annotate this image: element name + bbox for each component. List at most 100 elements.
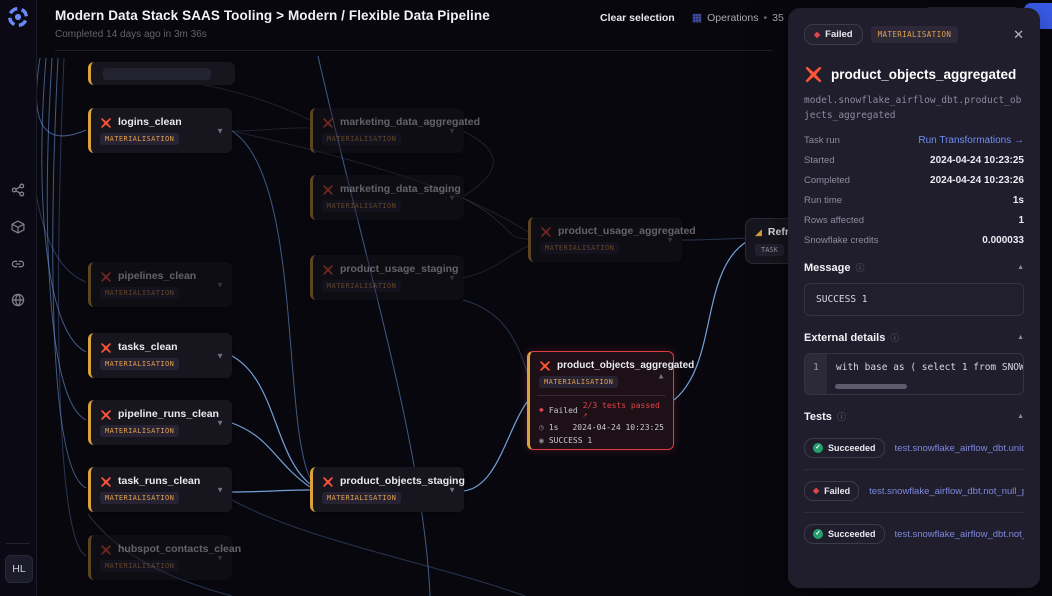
test-status-badge: ✓ Succeeded [804,438,885,458]
info-icon[interactable]: ⓘ [855,261,864,274]
globe-icon[interactable] [11,293,25,307]
chevron-down-icon[interactable]: ▼ [448,485,456,494]
materialisation-badge: MATERIALISATION [322,133,401,145]
chevron-down-icon[interactable]: ▼ [448,126,456,135]
dbt-icon [100,270,112,282]
sidebar-divider [6,543,30,544]
materialisation-badge: MATERIALISATION [322,280,401,292]
node-product-usage-aggregated[interactable]: product_usage_aggregated MATERIALISATION… [528,217,682,262]
node-timestamp: 2024-04-24 10:23:25 [572,423,664,432]
node-label: marketing_data_staging [340,183,461,195]
collapse-icon[interactable]: ▲ [1017,413,1024,420]
dbt-icon [100,543,112,555]
sidebar: HL [0,0,37,596]
horizontal-scrollbar[interactable] [835,384,907,389]
failed-diamond-icon: ◆ [539,406,544,414]
node-clipped-content [103,68,211,80]
failed-diamond-icon: ◆ [814,31,820,39]
materialisation-badge: MATERIALISATION [100,425,179,437]
app-window: HL Modern Data Stack SAAS Tooling > Mode… [0,0,1052,596]
detail-row: Task run Run Transformations → [804,135,1024,146]
node-marketing-data-staging[interactable]: marketing_data_staging MATERIALISATION ▼ [310,175,464,220]
close-icon[interactable]: ✕ [1013,27,1024,43]
node-pipelines-clean[interactable]: pipelines_clean MATERIALISATION ▼ [88,262,232,307]
panel-model-path: model.snowflake_airflow_dbt.product_obje… [804,93,1024,123]
dbt-icon [322,183,334,195]
info-icon[interactable]: ⓘ [890,331,899,344]
detail-row: Snowflake credits 0.000033 [804,235,1024,246]
panel-details: Task run Run Transformations → Started 2… [804,135,1024,246]
materialisation-badge: MATERIALISATION [322,200,401,212]
task-icon: ◢ [755,227,762,238]
node-marketing-data-aggregated[interactable]: marketing_data_aggregated MATERIALISATIO… [310,108,464,153]
test-status-badge: ◆ Failed [804,481,859,501]
materialisation-badge: MATERIALISATION [322,492,401,504]
line-number: 1 [805,354,827,394]
dbt-icon [322,263,334,275]
chevron-up-icon[interactable]: ▲ [657,372,665,381]
tests-summary-link[interactable]: 2/3 tests passed ↗ [583,401,664,419]
collapse-icon[interactable]: ▲ [1017,334,1024,341]
chevron-down-icon[interactable]: ▼ [216,418,224,427]
node-label: marketing_data_aggregated [340,116,480,128]
dbt-icon [540,225,552,237]
user-avatar[interactable]: HL [5,555,33,583]
collapse-icon[interactable]: ▲ [1017,264,1024,271]
chevron-down-icon[interactable]: ▼ [216,126,224,135]
chevron-down-icon[interactable]: ▼ [216,553,224,562]
node-hubspot-contacts-clean[interactable]: hubspot_contacts_clean MATERIALISATION ▼ [88,535,232,580]
dbt-icon [100,341,112,353]
external-details-section-header: External details ⓘ ▲ [804,331,1024,344]
detail-row: Run time 1s [804,195,1024,206]
status-badge: ◆ Failed [804,24,863,45]
materialisation-badge: MATERIALISATION [100,287,179,299]
chevron-down-icon[interactable]: ▼ [216,280,224,289]
panel-title: product_objects_aggregated [831,67,1016,82]
node-label: product_usage_aggregated [558,225,696,237]
node-tasks-clean[interactable]: tasks_clean MATERIALISATION ▼ [88,333,232,378]
sql-code-block: 1 with base as ( select 1 from SNOWFLAKE [804,353,1024,395]
materialisation-badge: MATERIALISATION [100,358,179,370]
node-status: Failed [549,406,578,415]
chevron-down-icon[interactable]: ▼ [448,193,456,202]
node-clipped-top[interactable] [88,62,235,85]
detail-panel: ◆ Failed MATERIALISATION ✕ product_objec… [788,8,1040,588]
materialisation-badge: MATERIALISATION [100,133,179,145]
test-row: ✓ Succeeded test.snowflake_airflow_dbt.u… [804,427,1024,470]
test-status-badge: ✓ Succeeded [804,524,885,544]
failed-diamond-icon: ◆ [813,487,819,495]
check-circle-icon: ✓ [813,529,823,539]
dbt-icon [100,475,112,487]
chevron-down-icon[interactable]: ▼ [666,235,674,244]
app-logo-icon[interactable] [7,6,29,28]
integrations-icon[interactable] [11,257,25,271]
dbt-icon [539,359,551,371]
materialisation-badge: MATERIALISATION [540,242,619,254]
node-label: product_usage_staging [340,263,458,275]
chevron-down-icon[interactable]: ▼ [448,273,456,282]
materialisation-badge: MATERIALISATION [100,492,179,504]
node-logins-clean[interactable]: logins_clean MATERIALISATION ▼ [88,108,232,153]
test-link[interactable]: test.snowflake_airflow_dbt.not_null_pr [895,529,1024,540]
detail-row: Started 2024-04-24 10:23:25 [804,155,1024,166]
dbt-icon [100,116,112,128]
panel-title-row: product_objects_aggregated [804,65,1024,84]
materialisation-badge: MATERIALISATION [539,376,618,388]
node-task-runs-clean[interactable]: task_runs_clean MATERIALISATION ▼ [88,467,232,512]
node-pipeline-runs-clean[interactable]: pipeline_runs_clean MATERIALISATION ▼ [88,400,232,445]
panel-badges: ◆ Failed MATERIALISATION ✕ [804,24,1024,45]
info-icon[interactable]: ⓘ [837,410,846,423]
node-product-objects-staging[interactable]: product_objects_staging MATERIALISATION … [310,467,464,512]
test-link[interactable]: test.snowflake_airflow_dbt.unique_pro [895,443,1024,454]
node-product-objects-aggregated-selected[interactable]: product_objects_aggregated ▲ MATERIALISA… [527,351,674,450]
chevron-down-icon[interactable]: ▼ [216,351,224,360]
node-label: tasks_clean [118,341,178,353]
task-badge: TASK [755,244,784,256]
chevron-down-icon[interactable]: ▼ [216,485,224,494]
test-link[interactable]: test.snowflake_airflow_dbt.not_null_pr [869,486,1024,497]
products-icon[interactable] [11,220,25,234]
node-product-usage-staging[interactable]: product_usage_staging MATERIALISATION ▼ [310,255,464,300]
pipelines-icon[interactable] [11,183,25,197]
check-circle-icon: ✓ [813,443,823,453]
run-transformations-link[interactable]: Run Transformations → [918,135,1024,146]
